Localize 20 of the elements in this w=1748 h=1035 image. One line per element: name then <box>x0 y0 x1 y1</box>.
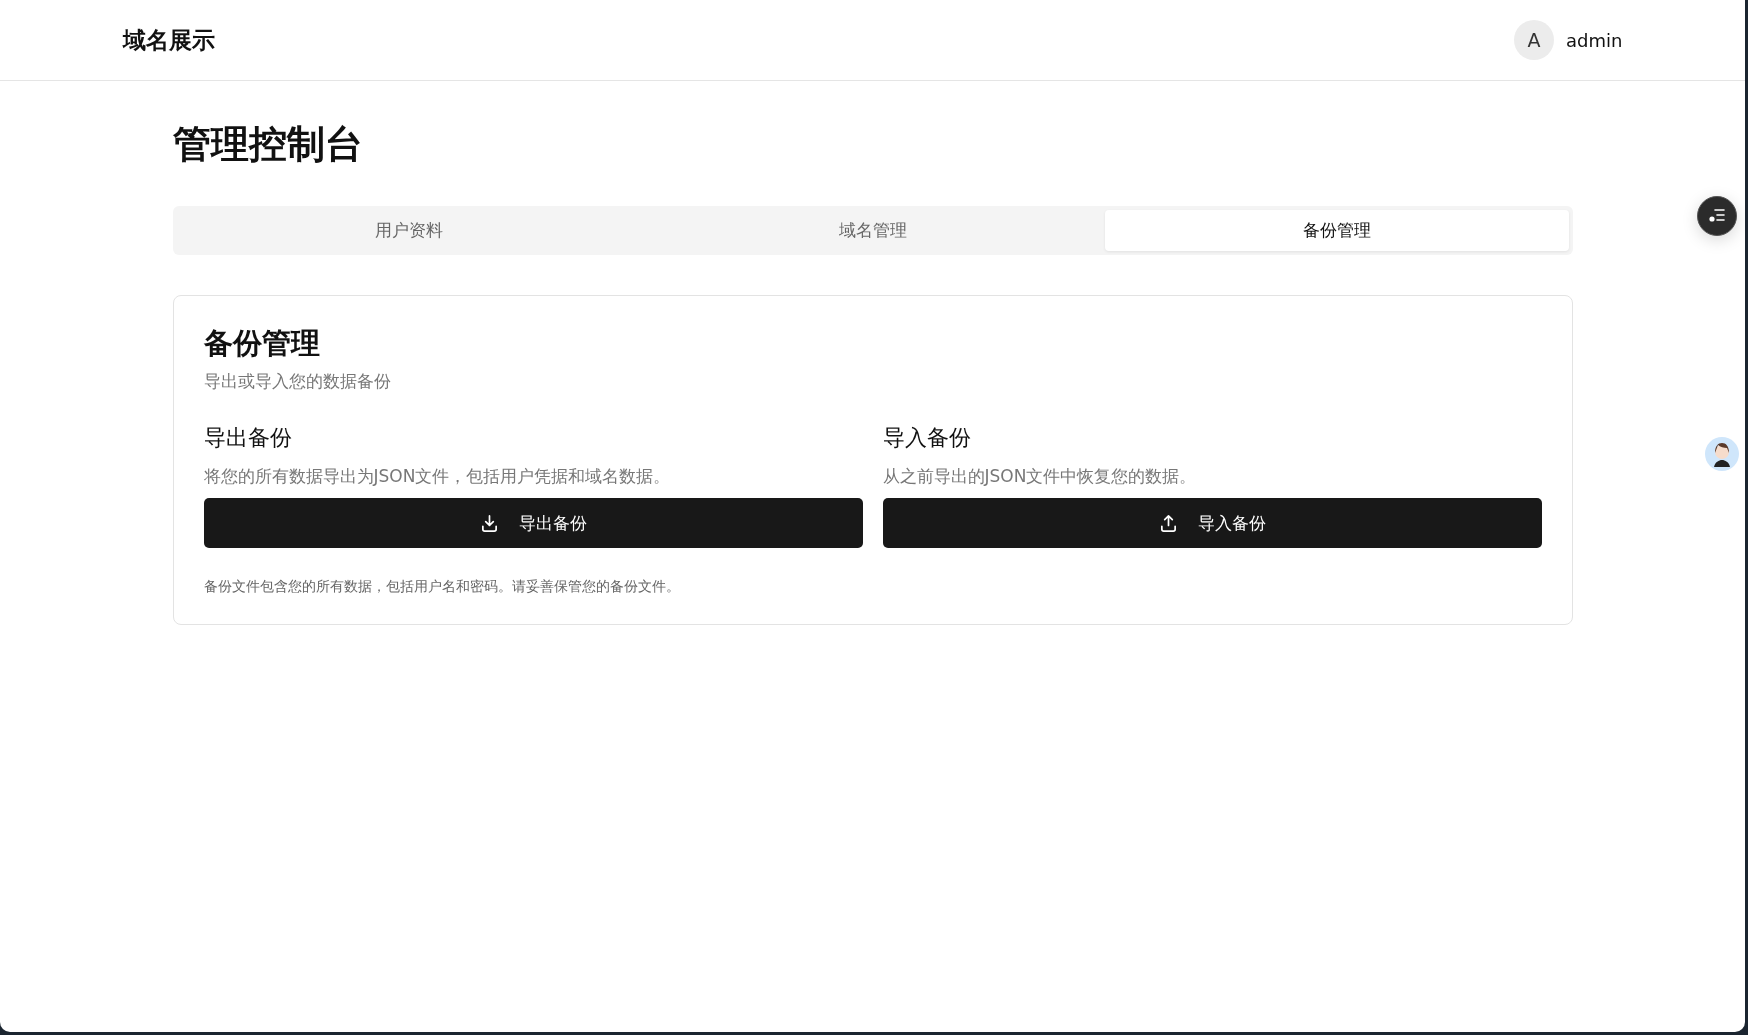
tab[interactable]: 域名管理 <box>640 210 1105 251</box>
user-avatar[interactable]: A <box>1514 20 1555 60</box>
user-name[interactable]: admin <box>1566 29 1623 51</box>
section-description: 将您的所有数据导出为JSON文件，包括用户凭据和域名数据。 <box>203 465 672 488</box>
card-title: 备份管理 <box>203 325 321 362</box>
floating-menu-button[interactable] <box>1697 196 1737 236</box>
card-subtitle: 导出或导入您的数据备份 <box>203 370 392 393</box>
section-title: 导出备份 <box>203 424 293 452</box>
tab[interactable]: 备份管理 <box>1104 210 1569 251</box>
section-title: 导入备份 <box>882 424 972 452</box>
assistant-avatar[interactable] <box>1705 437 1739 471</box>
page-title: 管理控制台 <box>172 121 364 168</box>
export-button[interactable]: 导出备份 <box>203 498 863 548</box>
upload-icon <box>1158 513 1178 533</box>
download-icon <box>479 513 499 533</box>
site-logo[interactable]: 域名展示 <box>122 24 215 56</box>
section-description: 从之前导出的JSON文件中恢复您的数据。 <box>882 465 1198 488</box>
backup-note: 备份文件包含您的所有数据，包括用户名和密码。请妥善保管您的备份文件。 <box>203 578 681 596</box>
import-button[interactable]: 导入备份 <box>882 498 1542 548</box>
tab[interactable]: 用户资料 <box>176 210 641 251</box>
